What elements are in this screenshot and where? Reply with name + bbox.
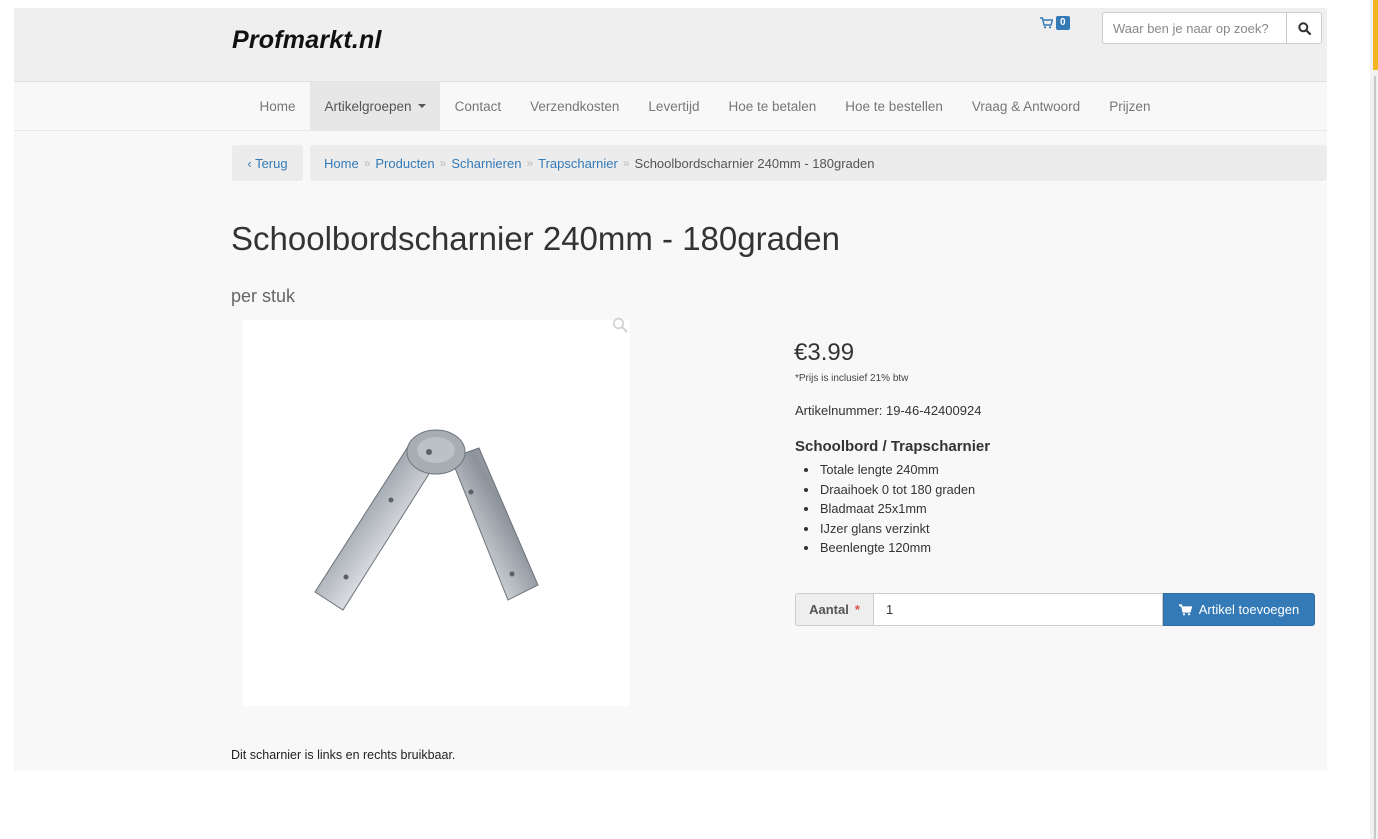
add-to-cart-button[interactable]: Artikel toevoegen bbox=[1163, 593, 1315, 626]
nav-item-levertijd[interactable]: Levertijd bbox=[634, 82, 714, 130]
cart-icon bbox=[1040, 17, 1053, 29]
nav-item-label: Hoe te betalen bbox=[728, 98, 817, 114]
nav-item-vraag-antwoord[interactable]: Vraag & Antwoord bbox=[957, 82, 1094, 130]
unit-label: per stuk bbox=[231, 286, 296, 306]
nav-item-verzendkosten[interactable]: Verzendkosten bbox=[516, 82, 634, 130]
back-button[interactable]: ‹ Terug bbox=[232, 145, 303, 181]
description-title: Schoolbord / Trapscharnier bbox=[795, 438, 991, 455]
scrollbar-thumb[interactable] bbox=[1373, 0, 1378, 70]
nav-item-label: Levertijd bbox=[648, 98, 700, 114]
nav-item-label: Hoe te bestellen bbox=[845, 98, 943, 114]
breadcrumb-separator: » bbox=[622, 156, 630, 170]
cart-button[interactable]: 0 bbox=[1040, 16, 1070, 30]
quantity-label: Aantal * bbox=[795, 593, 873, 626]
breadcrumb-current: Schoolbordscharnier 240mm - 180graden bbox=[634, 155, 875, 171]
nav-item-contact[interactable]: Contact bbox=[440, 82, 516, 130]
nav-item-hoe-te-betalen[interactable]: Hoe te betalen bbox=[714, 82, 831, 130]
article-number: Artikelnummer: 19-46-42400924 bbox=[795, 403, 982, 418]
quantity-input[interactable] bbox=[873, 593, 1163, 626]
nav-item-label: Artikelgroepen bbox=[324, 98, 412, 114]
nav-item-label: Vraag & Antwoord bbox=[971, 98, 1081, 114]
product-price: €3.99 bbox=[794, 339, 855, 366]
spec-item: Draaihoek 0 tot 180 graden bbox=[819, 480, 975, 500]
breadcrumb-link[interactable]: Scharnieren bbox=[451, 156, 521, 171]
add-to-cart-label: Artikel toevoegen bbox=[1198, 602, 1300, 617]
nav-item-hoe-te-bestellen[interactable]: Hoe te bestellen bbox=[831, 82, 958, 130]
caret-down-icon bbox=[417, 104, 426, 108]
quantity-label-text: Aantal bbox=[809, 602, 849, 617]
breadcrumb-link[interactable]: Producten bbox=[375, 156, 434, 171]
breadcrumb: Home » Producten » Scharnieren » Trapscharnier… bbox=[310, 145, 1327, 181]
breadcrumb-link[interactable]: Trapscharnier bbox=[538, 156, 618, 171]
breadcrumb-link[interactable]: Home bbox=[324, 156, 359, 171]
spec-item: IJzer glans verzinkt bbox=[819, 519, 975, 539]
main-nav: Home Artikelgroepen Contact Verzendkosten Le… bbox=[14, 82, 1327, 131]
site-header: Profmarkt.nl 0 bbox=[14, 8, 1327, 82]
breadcrumb-separator: » bbox=[363, 156, 371, 170]
search-input[interactable] bbox=[1102, 12, 1286, 44]
search-button[interactable] bbox=[1286, 12, 1322, 44]
vat-note: *Prijs is inclusief 21% btw bbox=[795, 373, 909, 384]
nav-item-label: Contact bbox=[454, 98, 502, 114]
spec-item: Bladmaat 25x1mm bbox=[819, 499, 975, 519]
nav-item-home[interactable]: Home bbox=[245, 82, 310, 130]
cart-icon bbox=[1178, 603, 1192, 615]
zoom-button[interactable] bbox=[612, 317, 628, 338]
nav-item-artikelgroepen[interactable]: Artikelgroepen bbox=[310, 82, 441, 130]
nav-item-prijzen[interactable]: Prijzen bbox=[1095, 82, 1165, 130]
page: Profmarkt.nl 0 Home Artikelgroepen Contact… bbox=[14, 8, 1327, 771]
cart-count-badge: 0 bbox=[1056, 16, 1070, 30]
add-to-cart-form: Aantal * Artikel toevoegen bbox=[795, 593, 1315, 626]
scrollbar-line bbox=[1374, 76, 1376, 839]
nav-item-label: Prijzen bbox=[1109, 98, 1151, 114]
breadcrumb-separator: » bbox=[439, 156, 447, 170]
spec-item: Totale lengte 240mm bbox=[819, 460, 975, 480]
spec-item: Beenlengte 120mm bbox=[819, 538, 975, 558]
search-form bbox=[1102, 12, 1322, 44]
spec-list: Totale lengte 240mmDraaihoek 0 tot 180 g… bbox=[803, 460, 975, 558]
required-marker: * bbox=[854, 602, 860, 617]
site-logo[interactable]: Profmarkt.nl bbox=[232, 26, 382, 55]
search-icon bbox=[1297, 21, 1311, 35]
magnifier-icon bbox=[612, 317, 628, 333]
page-title: Schoolbordscharnier 240mm - 180graden bbox=[231, 220, 841, 257]
breadcrumb-bar: ‹ Terug Home » Producten » Scharnieren » Traps… bbox=[14, 145, 1327, 181]
nav-item-label: Home bbox=[259, 98, 296, 114]
breadcrumb-separator: » bbox=[526, 156, 534, 170]
product-footnote: Dit scharnier is links en rechts bruikba… bbox=[231, 748, 456, 762]
product-image[interactable] bbox=[243, 320, 630, 706]
nav-item-label: Verzendkosten bbox=[530, 98, 620, 114]
hinge-image bbox=[314, 429, 539, 611]
